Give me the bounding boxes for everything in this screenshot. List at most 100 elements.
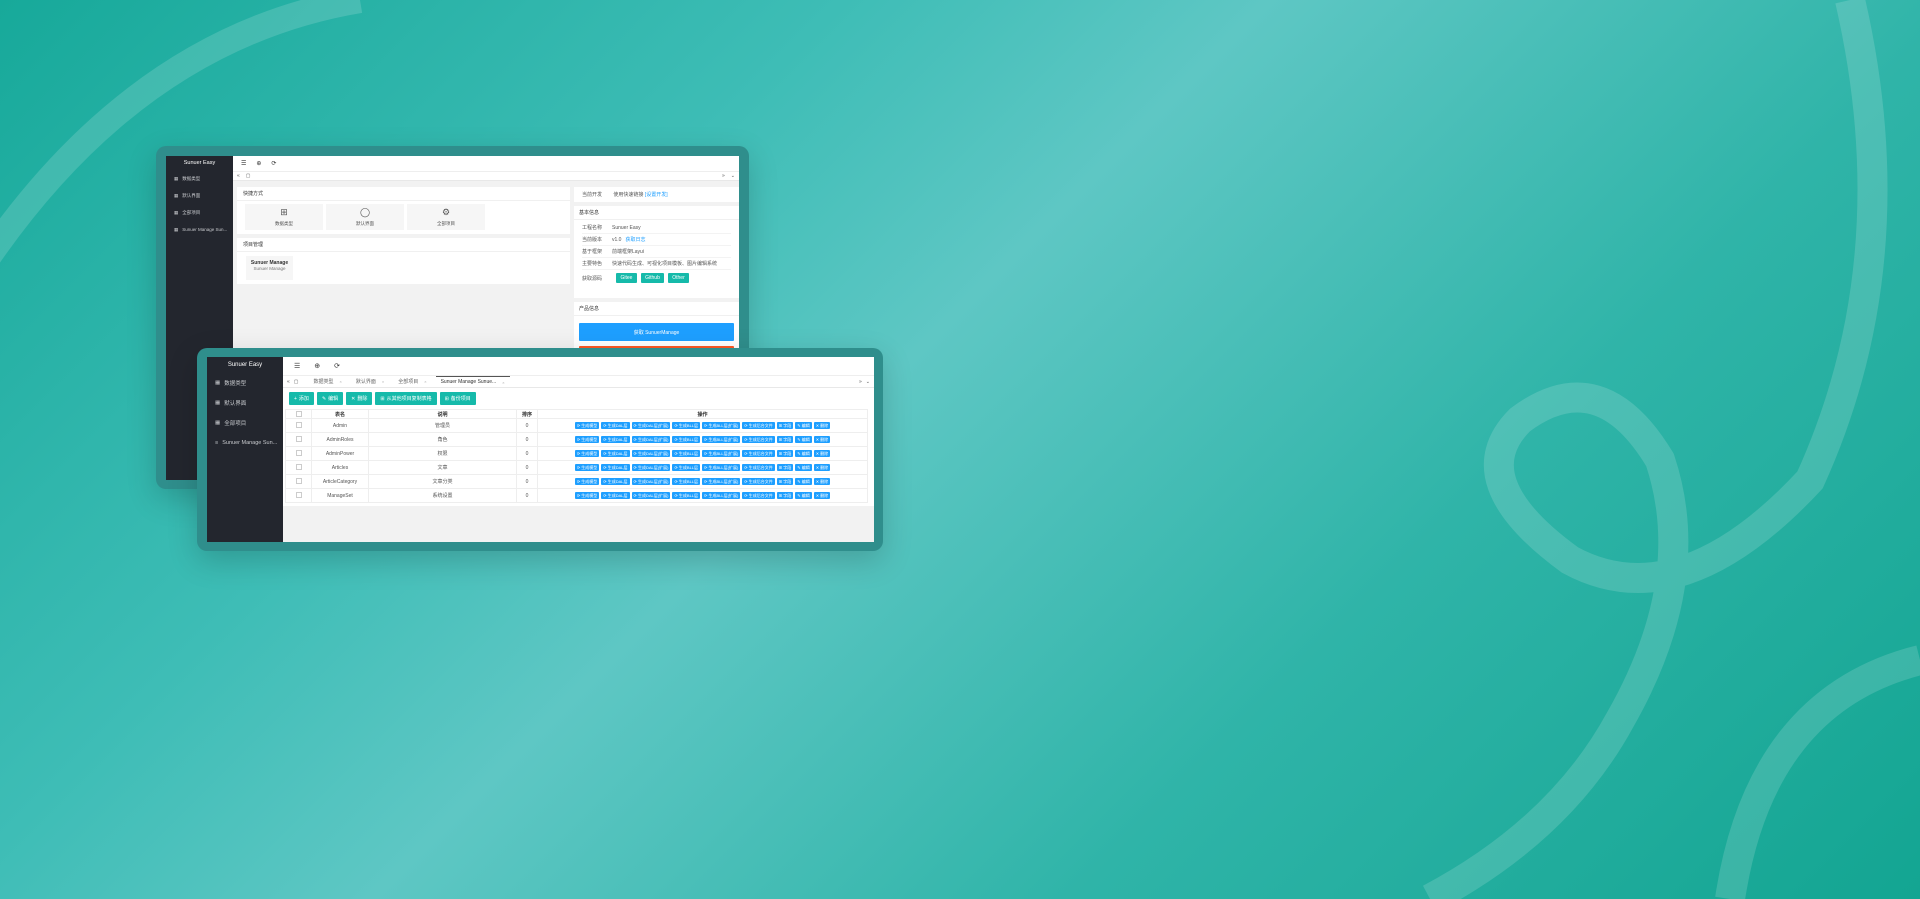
op-button-2[interactable]: ⟳ 生成DAL层(扩展)	[631, 478, 671, 485]
op-button-7[interactable]: ✎ 编辑	[795, 436, 812, 443]
action-button-3[interactable]: ⊞ 从其他项目复制表格	[375, 392, 437, 405]
menu-toggle-icon[interactable]: ☰	[241, 160, 246, 167]
info-link[interactable]: 获取日志	[625, 236, 645, 243]
globe-icon[interactable]: ⊕	[314, 362, 320, 370]
tab-0[interactable]: 数据类型 ×	[309, 376, 347, 387]
get-sunuermanage-button[interactable]: 获取 SunuerManage	[579, 323, 734, 341]
gitee-button[interactable]: Gitee	[616, 273, 637, 283]
shortcut-item-0[interactable]: ⊞ 数据类型	[245, 204, 323, 230]
row-checkbox[interactable]	[295, 422, 302, 429]
op-button-4[interactable]: ⟳ 生成BLL层(扩展)	[702, 492, 741, 499]
close-icon[interactable]: ×	[382, 379, 384, 384]
sidebar-item-2[interactable]: ▦ 全部项目	[166, 204, 233, 221]
op-button-1[interactable]: ⟳ 生成DAL层	[601, 450, 630, 457]
op-button-1[interactable]: ⟳ 生成DAL层	[601, 478, 630, 485]
sidebar-item-0[interactable]: ▦ 数据类型	[207, 373, 283, 393]
action-button-1[interactable]: ✎ 编辑	[316, 392, 344, 405]
close-icon[interactable]: ×	[502, 380, 504, 385]
row-checkbox[interactable]	[295, 436, 302, 443]
op-button-3[interactable]: ⟳ 生成BLL层	[672, 422, 701, 429]
home-icon[interactable]: ▢	[246, 173, 251, 179]
op-button-8[interactable]: ✕ 删除	[813, 492, 831, 499]
op-button-7[interactable]: ✎ 编辑	[795, 422, 812, 429]
op-button-4[interactable]: ⟳ 生成BLL层(扩展)	[702, 422, 741, 429]
github-button[interactable]: Github	[641, 273, 664, 283]
op-button-8[interactable]: ✕ 删除	[813, 422, 831, 429]
sidebar-item-2[interactable]: ▦ 全部项目	[207, 413, 283, 433]
refresh-icon[interactable]: ⟳	[334, 362, 340, 370]
op-button-5[interactable]: ⟳ 生成后台文件	[742, 422, 775, 429]
op-button-0[interactable]: ⟳ 生成模型	[574, 450, 600, 457]
op-button-3[interactable]: ⟳ 生成BLL层	[672, 450, 701, 457]
op-button-4[interactable]: ⟳ 生成BLL层(扩展)	[702, 450, 741, 457]
op-button-3[interactable]: ⟳ 生成BLL层	[672, 492, 701, 499]
action-button-4[interactable]: ⊞ 备份项目	[439, 392, 476, 405]
shortcut-item-2[interactable]: ⚙ 全部项目	[407, 204, 485, 230]
close-icon[interactable]: ×	[424, 379, 426, 384]
op-button-6[interactable]: ⊞ 字段	[776, 464, 794, 471]
op-button-7[interactable]: ✎ 编辑	[795, 464, 812, 471]
sidebar-item-3[interactable]: ≡ Sunuer Manage Sun...	[207, 433, 283, 453]
op-button-6[interactable]: ⊞ 字段	[776, 478, 794, 485]
op-button-4[interactable]: ⟳ 生成BLL层(扩展)	[702, 464, 741, 471]
op-button-5[interactable]: ⟳ 生成后台文件	[742, 492, 775, 499]
sidebar-item-1[interactable]: ▦ 默认界面	[166, 187, 233, 204]
op-button-2[interactable]: ⟳ 生成DAL层(扩展)	[631, 450, 671, 457]
project-item[interactable]: Sunuer Manage Sunuer Manage	[246, 256, 293, 280]
sidebar-item-1[interactable]: ▦ 默认界面	[207, 393, 283, 413]
row-checkbox[interactable]	[295, 464, 302, 471]
globe-icon[interactable]: ⊕	[256, 160, 261, 167]
op-button-5[interactable]: ⟳ 生成后台文件	[742, 450, 775, 457]
op-button-8[interactable]: ✕ 删除	[813, 436, 831, 443]
dev-link[interactable]: [设置开发]	[645, 192, 668, 198]
op-button-5[interactable]: ⟳ 生成后台文件	[742, 436, 775, 443]
other-button[interactable]: Other	[668, 273, 689, 283]
op-button-8[interactable]: ✕ 删除	[813, 478, 831, 485]
row-checkbox[interactable]	[295, 450, 302, 457]
op-button-0[interactable]: ⟳ 生成模型	[574, 436, 600, 443]
op-button-0[interactable]: ⟳ 生成模型	[574, 478, 600, 485]
tab-3[interactable]: Sunuer Manage Sunue... ×	[435, 376, 510, 387]
action-button-2[interactable]: ✕ 删除	[346, 392, 373, 405]
op-button-7[interactable]: ✎ 编辑	[795, 478, 812, 485]
tab-1[interactable]: 默认界面 ×	[351, 376, 389, 387]
op-button-2[interactable]: ⟳ 生成DAL层(扩展)	[631, 464, 671, 471]
op-button-0[interactable]: ⟳ 生成模型	[574, 492, 600, 499]
op-button-4[interactable]: ⟳ 生成BLL层(扩展)	[702, 478, 741, 485]
op-button-3[interactable]: ⟳ 生成BLL层	[672, 464, 701, 471]
close-icon[interactable]: ×	[340, 379, 342, 384]
op-button-8[interactable]: ✕ 删除	[813, 450, 831, 457]
op-button-3[interactable]: ⟳ 生成BLL层	[672, 436, 701, 443]
op-button-1[interactable]: ⟳ 生成DAL层	[601, 464, 630, 471]
tab-next-icon[interactable]: »	[722, 173, 725, 179]
tab-next-icon[interactable]: »	[859, 379, 862, 385]
chevron-down-icon[interactable]: ⌄	[731, 173, 735, 179]
refresh-icon[interactable]: ⟳	[271, 160, 276, 167]
op-button-4[interactable]: ⟳ 生成BLL层(扩展)	[702, 436, 741, 443]
op-button-5[interactable]: ⟳ 生成后台文件	[742, 464, 775, 471]
action-button-0[interactable]: + 添加	[289, 392, 314, 405]
row-checkbox[interactable]	[295, 492, 302, 499]
op-button-3[interactable]: ⟳ 生成BLL层	[672, 478, 701, 485]
op-button-8[interactable]: ✕ 删除	[813, 464, 831, 471]
sidebar-item-3[interactable]: ▦ Sunuer Manage Sun...	[166, 221, 233, 238]
sidebar-item-0[interactable]: ▦ 数据类型	[166, 170, 233, 187]
menu-toggle-icon[interactable]: ☰	[294, 362, 300, 370]
tab-prev-icon[interactable]: «	[287, 379, 290, 385]
home-icon[interactable]: ▢	[294, 379, 299, 385]
op-button-1[interactable]: ⟳ 生成DAL层	[601, 422, 630, 429]
op-button-6[interactable]: ⊞ 字段	[776, 492, 794, 499]
op-button-1[interactable]: ⟳ 生成DAL层	[601, 492, 630, 499]
op-button-2[interactable]: ⟳ 生成DAL层(扩展)	[631, 436, 671, 443]
op-button-0[interactable]: ⟳ 生成模型	[574, 422, 600, 429]
tab-2[interactable]: 全部项目 ×	[393, 376, 431, 387]
op-button-1[interactable]: ⟳ 生成DAL层	[601, 436, 630, 443]
op-button-7[interactable]: ✎ 编辑	[795, 450, 812, 457]
shortcut-item-1[interactable]: ◯ 默认界面	[326, 204, 404, 230]
op-button-0[interactable]: ⟳ 生成模型	[574, 464, 600, 471]
op-button-6[interactable]: ⊞ 字段	[776, 450, 794, 457]
op-button-6[interactable]: ⊞ 字段	[776, 436, 794, 443]
op-button-6[interactable]: ⊞ 字段	[776, 422, 794, 429]
select-all-checkbox[interactable]	[295, 410, 302, 417]
tab-prev-icon[interactable]: «	[237, 173, 240, 179]
